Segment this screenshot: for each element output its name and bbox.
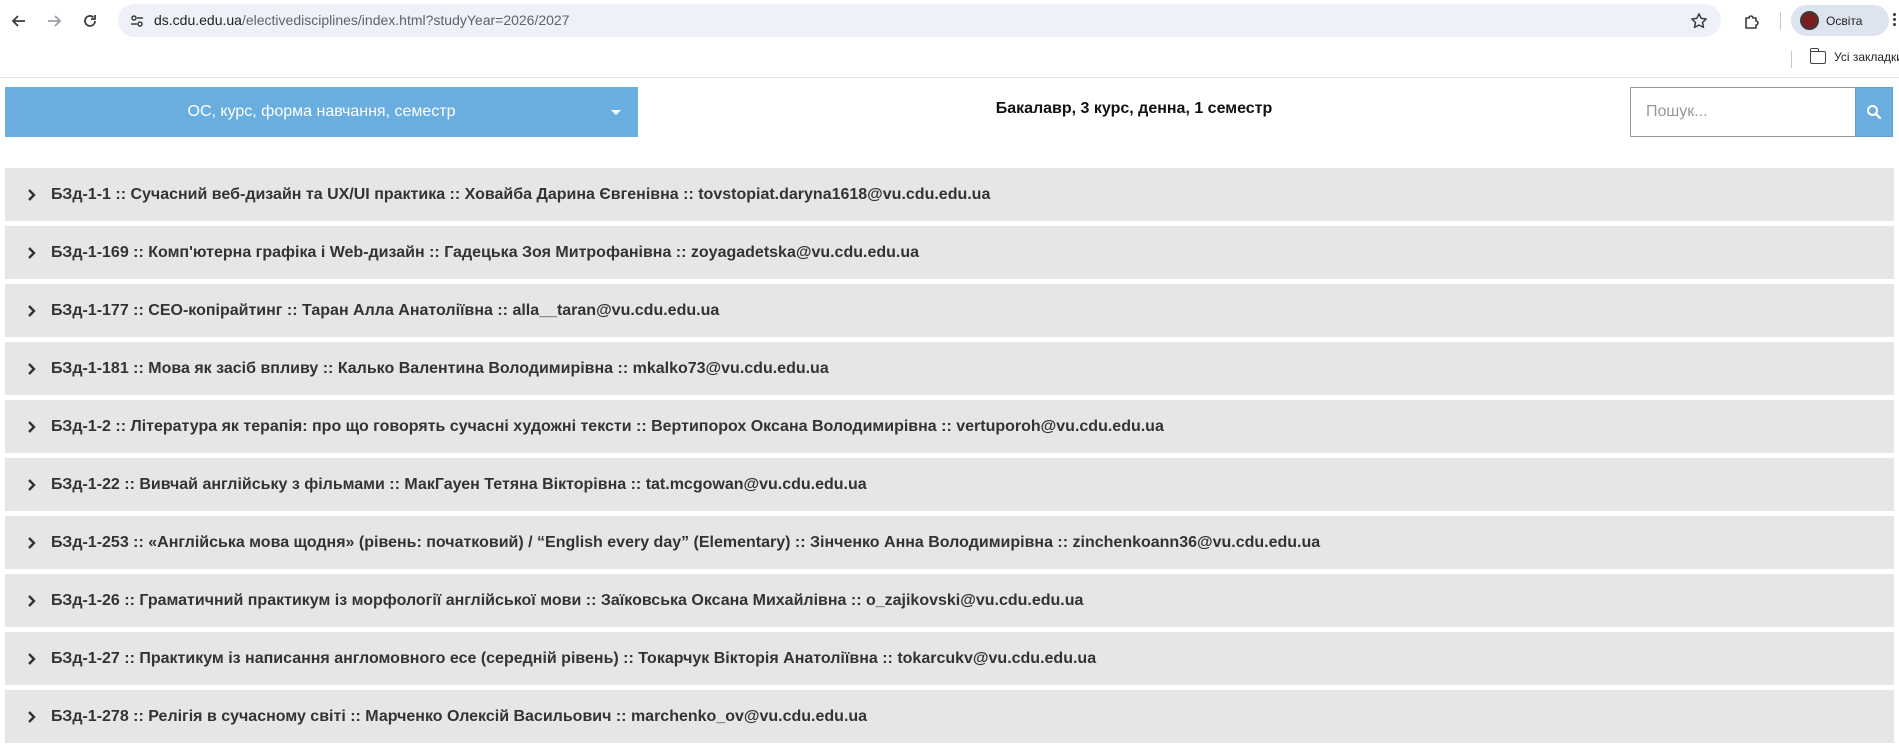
discipline-item[interactable]: БЗд-1-27 :: Практикум із написання англо… [5, 632, 1894, 685]
extensions-button[interactable] [1740, 9, 1764, 33]
back-button[interactable] [7, 9, 31, 33]
discipline-item[interactable]: БЗд-1-22 :: Вивчай англійську з фільмами… [5, 458, 1894, 511]
chevron-right-icon [25, 594, 39, 608]
search-input[interactable] [1631, 88, 1855, 136]
discipline-title: БЗд-1-2 :: Література як терапія: про що… [51, 417, 1164, 435]
discipline-title: БЗд-1-27 :: Практикум із написання англо… [51, 649, 1097, 667]
url-text: ds.cdu.edu.ua/electivedisciplines/index.… [154, 12, 570, 28]
filter-dropdown-label: ОС, курс, форма навчання, семестр [187, 103, 456, 120]
current-selection: Бакалавр, 3 курс, денна, 1 семестр [995, 100, 1273, 117]
star-icon [1691, 13, 1707, 29]
chevron-right-icon [25, 246, 39, 260]
discipline-title: БЗд-1-253 :: «Англійська мова щодня» (рі… [51, 533, 1321, 551]
caret-down-icon [611, 110, 621, 115]
chevron-right-icon [25, 362, 39, 376]
reload-button[interactable] [78, 9, 102, 33]
discipline-title: БЗд-1-278 :: Релігія в сучасному світі :… [51, 707, 868, 725]
filter-dropdown[interactable]: ОС, курс, форма навчання, семестр [5, 87, 638, 137]
profile-name: Освіта [1826, 13, 1863, 28]
discipline-item[interactable]: БЗд-1-253 :: «Англійська мова щодня» (рі… [5, 516, 1894, 569]
bookmarks-divider [1791, 51, 1792, 68]
url-host: ds.cdu.edu.ua [154, 12, 242, 28]
all-bookmarks-button[interactable]: Усі закладки [1809, 47, 1899, 64]
reload-icon [84, 15, 96, 27]
discipline-title: БЗд-1-22 :: Вивчай англійську з фільмами… [51, 475, 867, 493]
url-path: /electivedisciplines/index.html?studyYea… [241, 12, 570, 28]
forward-button[interactable] [42, 9, 66, 33]
discipline-title: БЗд-1-181 :: Мова як засіб впливу :: Кал… [51, 359, 829, 377]
chevron-right-icon [25, 536, 39, 550]
toolbar-divider [1780, 12, 1781, 30]
discipline-title: БЗд-1-1 :: Сучасний веб-дизайн та UX/UI … [51, 185, 991, 203]
folder-icon [1809, 47, 1826, 64]
chevron-right-icon [25, 710, 39, 724]
site-info-icon[interactable] [128, 12, 146, 30]
search-icon [1867, 105, 1882, 120]
bookmarks-bar: Усі закладки [0, 42, 1899, 78]
browser-toolbar: ds.cdu.edu.ua/electivedisciplines/index.… [0, 0, 1899, 42]
chevron-right-icon [25, 652, 39, 666]
avatar [1800, 11, 1819, 30]
discipline-item[interactable]: БЗд-1-1 :: Сучасний веб-дизайн та UX/UI … [5, 168, 1894, 221]
arrow-right-icon [48, 15, 62, 27]
discipline-item[interactable]: БЗд-1-169 :: Комп'ютерна графіка і Web-д… [5, 226, 1894, 279]
discipline-title: БЗд-1-26 :: Граматичний практикум із мор… [51, 591, 1084, 609]
puzzle-icon [1745, 15, 1759, 29]
chevron-right-icon [25, 188, 39, 202]
discipline-item[interactable]: БЗд-1-177 :: СЕО-копірайтинг :: Таран Ал… [5, 284, 1894, 337]
bookmark-star-button[interactable] [1689, 11, 1709, 31]
discipline-item[interactable]: БЗд-1-278 :: Релігія в сучасному світі :… [5, 690, 1894, 743]
profile-button[interactable]: Освіта [1791, 5, 1889, 36]
menu-kebab-icon[interactable] [1893, 11, 1899, 31]
discipline-title: БЗд-1-169 :: Комп'ютерна графіка і Web-д… [51, 243, 920, 261]
search-button[interactable] [1855, 87, 1893, 137]
discipline-list: БЗд-1-1 :: Сучасний веб-дизайн та UX/UI … [5, 168, 1894, 748]
discipline-item[interactable]: БЗд-1-181 :: Мова як засіб впливу :: Кал… [5, 342, 1894, 395]
search-field[interactable] [1630, 87, 1855, 137]
arrow-left-icon [11, 15, 25, 27]
discipline-title: БЗд-1-177 :: СЕО-копірайтинг :: Таран Ал… [51, 301, 720, 319]
discipline-item[interactable]: БЗд-1-2 :: Література як терапія: про що… [5, 400, 1894, 453]
address-bar[interactable]: ds.cdu.edu.ua/electivedisciplines/index.… [118, 4, 1721, 37]
all-bookmarks-label: Усі закладки [1834, 50, 1899, 64]
discipline-item[interactable]: БЗд-1-26 :: Граматичний практикум із мор… [5, 574, 1894, 627]
chevron-right-icon [25, 304, 39, 318]
chevron-right-icon [25, 420, 39, 434]
chevron-right-icon [25, 478, 39, 492]
